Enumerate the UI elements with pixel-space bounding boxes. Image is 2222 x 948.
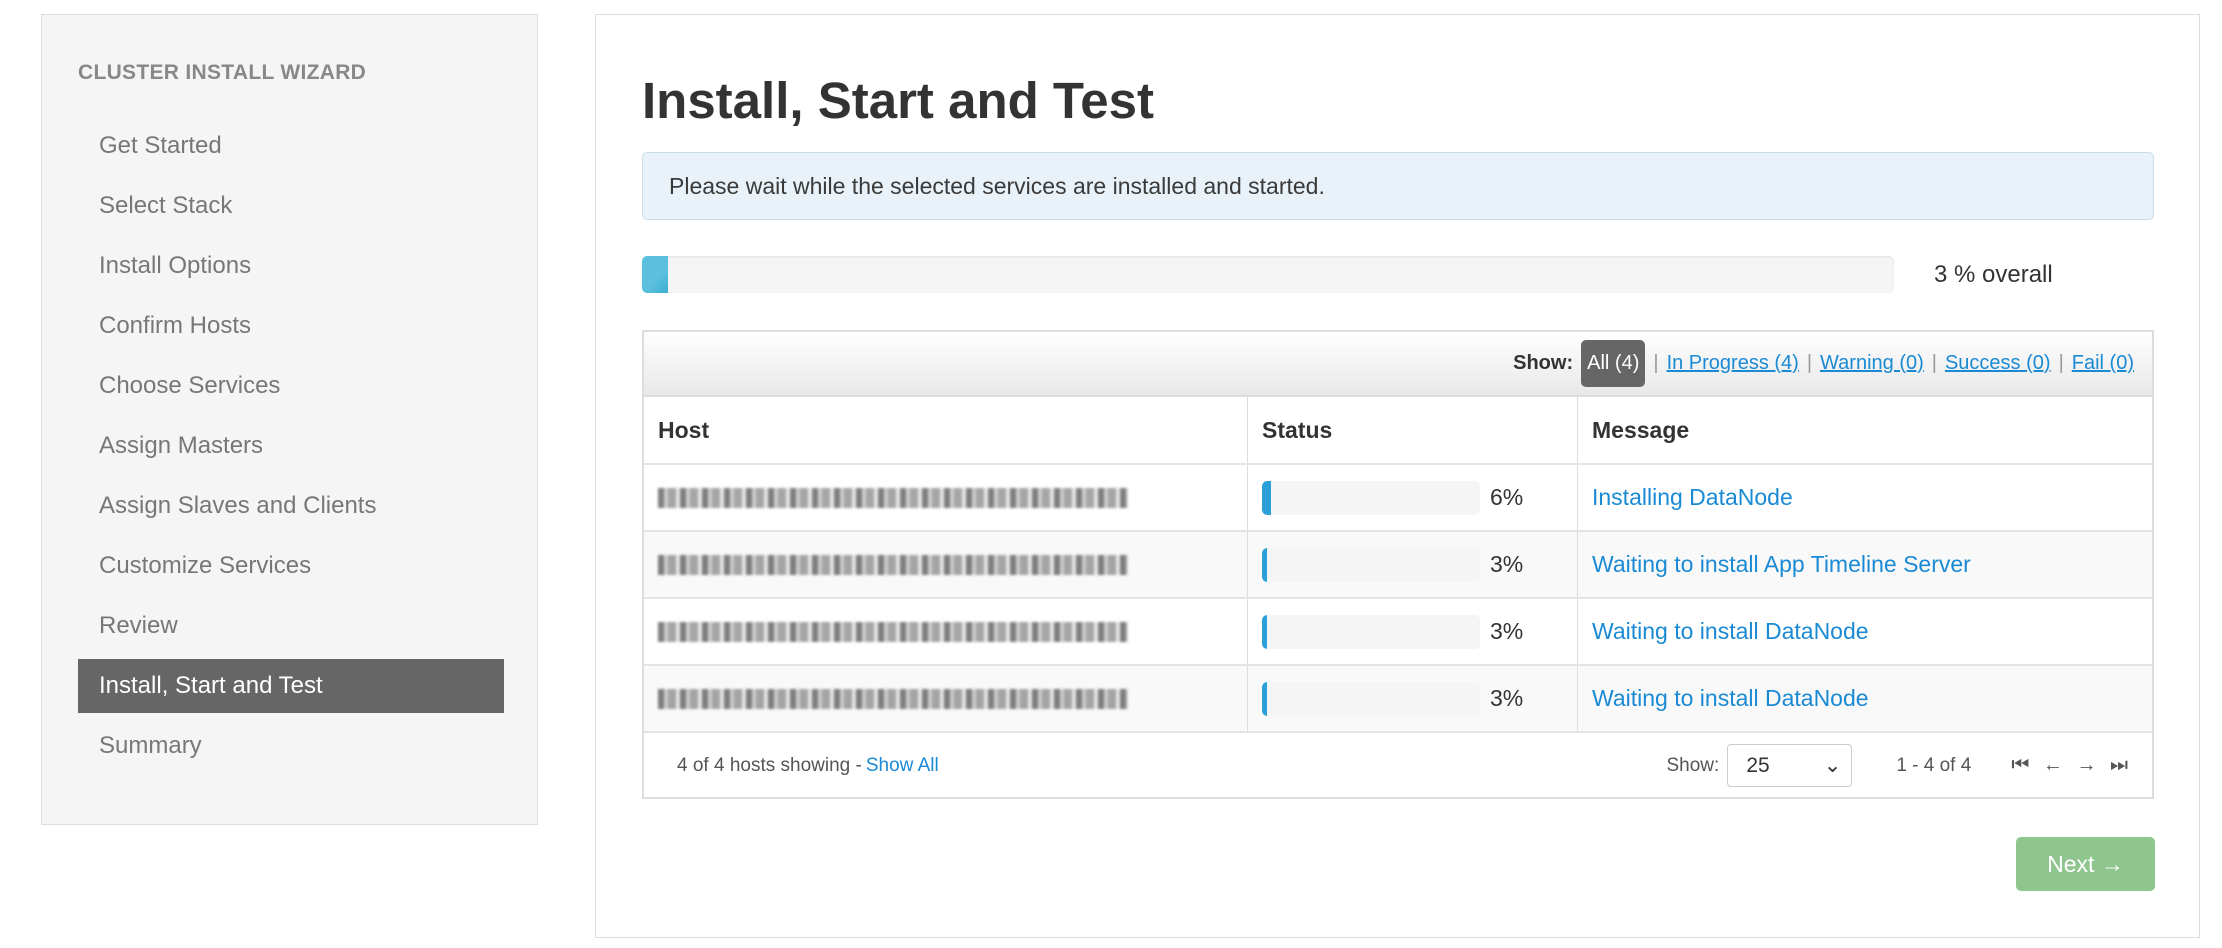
sidebar-title: CLUSTER INSTALL WIZARD: [78, 61, 367, 84]
page-size-value: 25: [1746, 753, 1770, 777]
message-cell: Waiting to install DataNode: [1578, 666, 2152, 731]
page-range: 1 - 4 of 4: [1896, 754, 1972, 776]
overall-progress-bar: [642, 256, 1894, 293]
redacted-hostname: [658, 554, 1128, 575]
filter-all[interactable]: All (4): [1581, 340, 1646, 387]
sidebar-item[interactable]: Review: [78, 599, 504, 653]
overall-progress-fill: [642, 256, 669, 293]
host-progress-bar: [1262, 480, 1480, 515]
host-progress-pct: 3%: [1490, 618, 1524, 644]
first-page-icon[interactable]: ⏮: [2011, 754, 2033, 776]
host-progress-bar: [1262, 614, 1480, 649]
header-message: Message: [1592, 416, 1690, 443]
message-cell: Waiting to install App Timeline Server: [1578, 532, 2152, 597]
redacted-hostname: [658, 621, 1128, 642]
status-cell: 6%: [1248, 465, 1578, 530]
host-progress-pct: 6%: [1490, 484, 1524, 510]
redacted-hostname: [658, 487, 1128, 508]
message-link[interactable]: Installing DataNode: [1592, 484, 1793, 511]
wizard-sidebar: CLUSTER INSTALL WIZARD Get Started Select…: [41, 14, 538, 825]
filter-show-label: Show:: [1513, 352, 1574, 374]
hosts-table: Show: All (4) | In Progress (4) | Warning …: [642, 330, 2154, 799]
show-all-link[interactable]: Show All: [866, 755, 939, 777]
sidebar-item[interactable]: Summary: [78, 719, 504, 773]
info-alert: Please wait while the selected services …: [642, 152, 2154, 220]
filter-warning[interactable]: Warning (0): [1820, 352, 1924, 375]
message-cell: Installing DataNode: [1578, 465, 2152, 530]
filter-in-progress[interactable]: In Progress (4): [1667, 352, 1799, 375]
sidebar-item[interactable]: Select Stack: [78, 179, 504, 233]
host-cell: [644, 599, 1248, 664]
hosts-showing-text: 4 of 4 hosts showing -: [677, 754, 862, 776]
header-status: Status: [1248, 397, 1578, 463]
sidebar-item[interactable]: Get Started: [78, 119, 504, 173]
overall-progress-label: 3 % overall: [1934, 261, 2053, 288]
host-progress-bar: [1262, 547, 1480, 582]
sidebar-item[interactable]: Confirm Hosts: [78, 299, 504, 353]
host-cell: [644, 465, 1248, 530]
sidebar-item[interactable]: Install Options: [78, 239, 504, 293]
sidebar-item[interactable]: Assign Masters: [78, 419, 504, 473]
host-cell: [644, 532, 1248, 597]
next-button[interactable]: Next →: [2016, 837, 2155, 891]
message-link[interactable]: Waiting to install DataNode: [1592, 618, 1869, 645]
host-progress-pct: 3%: [1490, 685, 1524, 711]
prev-page-icon[interactable]: ←: [2043, 754, 2067, 776]
page-title: Install, Start and Test: [642, 72, 1154, 129]
table-row: 6% Installing DataNode: [644, 465, 2152, 532]
host-progress-fill: [1262, 681, 1267, 716]
host-progress-fill: [1262, 614, 1267, 649]
table-row: 3% Waiting to install DataNode: [644, 599, 2152, 666]
header-host: Host: [644, 397, 1248, 463]
host-progress-fill: [1262, 480, 1272, 515]
table-footer: 4 of 4 hosts showing - Show All Show: 25…: [644, 733, 2152, 798]
status-cell: 3%: [1248, 599, 1578, 664]
next-page-icon[interactable]: →: [2076, 754, 2100, 776]
sidebar-item[interactable]: Assign Slaves and Clients: [78, 479, 504, 533]
host-progress-fill: [1262, 547, 1267, 582]
redacted-hostname: [658, 688, 1128, 709]
message-link[interactable]: Waiting to install App Timeline Server: [1592, 551, 1971, 578]
status-filter-bar: Show: All (4) | In Progress (4) | Warning …: [644, 332, 2152, 397]
filter-fail[interactable]: Fail (0): [2072, 352, 2134, 375]
table-row: 3% Waiting to install App Timeline Serve…: [644, 532, 2152, 599]
host-progress-bar: [1262, 681, 1480, 716]
table-header: Host Status Message: [644, 397, 2152, 465]
last-page-icon[interactable]: ⏭: [2110, 754, 2132, 776]
host-cell: [644, 666, 1248, 731]
sidebar-item[interactable]: Install, Start and Test: [78, 659, 504, 713]
status-cell: 3%: [1248, 532, 1578, 597]
table-row: 3% Waiting to install DataNode: [644, 666, 2152, 733]
main-panel: Install, Start and Test Please wait whil…: [595, 14, 2200, 938]
host-progress-pct: 3%: [1490, 551, 1524, 577]
page-size-select[interactable]: 25 ⌄: [1727, 744, 1853, 787]
page-size-label: Show:: [1666, 754, 1720, 776]
sidebar-item[interactable]: Choose Services: [78, 359, 504, 413]
status-cell: 3%: [1248, 666, 1578, 731]
chevron-down-icon: ⌄: [1823, 754, 1842, 777]
sidebar-item[interactable]: Customize Services: [78, 539, 504, 593]
filter-success[interactable]: Success (0): [1945, 352, 2051, 375]
message-cell: Waiting to install DataNode: [1578, 599, 2152, 664]
message-link[interactable]: Waiting to install DataNode: [1592, 685, 1869, 712]
